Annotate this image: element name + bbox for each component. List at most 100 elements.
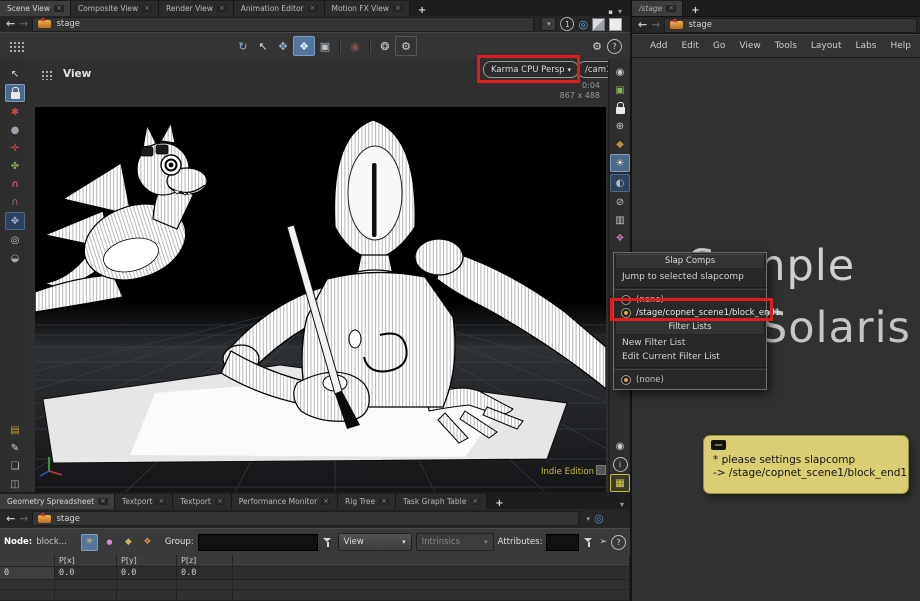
link-number-icon[interactable]: 1: [560, 17, 574, 31]
display-eye-icon[interactable]: [611, 64, 629, 80]
select-circle-icon[interactable]: [6, 232, 24, 248]
close-tab-icon[interactable]: ×: [666, 5, 676, 12]
render-flag-icon[interactable]: [611, 82, 629, 98]
group-filter-icon[interactable]: [322, 536, 334, 548]
annotate-icon[interactable]: [6, 440, 24, 456]
close-tab-icon[interactable]: ×: [379, 498, 389, 505]
close-tab-icon[interactable]: ×: [98, 498, 108, 505]
tab-composite-view[interactable]: Composite View×: [71, 1, 159, 16]
close-tab-icon[interactable]: ×: [308, 5, 318, 12]
menu-tools[interactable]: Tools: [775, 41, 797, 51]
record-icon[interactable]: [345, 37, 365, 55]
pane-menu-icon[interactable]: ▾: [614, 500, 630, 509]
forward-icon[interactable]: →: [651, 20, 660, 30]
tab-motion-fx-view[interactable]: Motion FX View×: [325, 1, 410, 16]
vertices-mode-icon[interactable]: ●: [102, 535, 117, 550]
menu-help[interactable]: Help: [890, 41, 911, 51]
back-icon[interactable]: ←: [6, 514, 15, 524]
display-options-gear-icon[interactable]: [587, 37, 607, 55]
close-tab-icon[interactable]: ×: [321, 498, 331, 505]
pick-icon[interactable]: ➢: [599, 537, 607, 547]
lasso-select-icon[interactable]: [6, 250, 24, 266]
attributes-filter-icon[interactable]: [583, 536, 595, 548]
close-tab-icon[interactable]: ×: [217, 5, 227, 12]
grid-handle-icon[interactable]: [8, 40, 25, 53]
close-tab-icon[interactable]: ×: [54, 5, 64, 12]
snapshot-icon[interactable]: [293, 36, 315, 56]
column-header-py[interactable]: P[y]: [117, 555, 177, 567]
render-settings-icon[interactable]: [395, 36, 417, 56]
points-mode-icon[interactable]: ✳: [81, 534, 98, 551]
background-image-icon[interactable]: [611, 230, 629, 246]
snap-tool-icon[interactable]: [6, 176, 24, 192]
path-dropdown-icon[interactable]: ▾: [586, 515, 590, 523]
pane-maximize-icon[interactable]: ▪: [605, 8, 616, 16]
forward-icon[interactable]: →: [19, 514, 28, 524]
menu-edit[interactable]: Edit: [681, 41, 698, 51]
translate-tool-icon[interactable]: [6, 122, 24, 138]
menu-radio-none-1[interactable]: (none): [614, 293, 766, 306]
tab-textport-1[interactable]: Textport×: [115, 494, 173, 509]
node-value[interactable]: block...: [36, 537, 67, 547]
help-icon[interactable]: ?: [611, 535, 626, 550]
primitives-mode-icon[interactable]: ◆: [121, 535, 136, 550]
shelf-drawer-icon[interactable]: [6, 422, 24, 438]
bottom-path-field[interactable]: stage: [32, 511, 579, 526]
tab-rig-tree[interactable]: Rig Tree×: [338, 494, 396, 509]
group-input[interactable]: [198, 534, 318, 551]
white-square-display-icon[interactable]: [609, 18, 622, 31]
visibility-icon[interactable]: [611, 194, 629, 210]
menu-view[interactable]: View: [739, 41, 760, 51]
row-id-cell[interactable]: 0: [0, 567, 55, 580]
close-tab-icon[interactable]: ×: [142, 5, 152, 12]
trash-icon[interactable]: [6, 476, 24, 492]
attributes-input[interactable]: [546, 534, 579, 551]
tab-textport-2[interactable]: Textport×: [173, 494, 231, 509]
tumble-view-icon[interactable]: [233, 37, 253, 55]
camera-icon[interactable]: [611, 438, 629, 454]
collapse-note-icon[interactable]: —: [711, 440, 726, 450]
menu-go[interactable]: Go: [713, 41, 725, 51]
pane-menu-icon[interactable]: ▾: [616, 7, 630, 16]
link-icon[interactable]: ◎: [594, 512, 604, 525]
close-tab-icon[interactable]: ×: [393, 5, 403, 12]
camera-mask-icon[interactable]: [610, 174, 630, 192]
renderer-selector[interactable]: Karma CPU Persp ▾: [483, 61, 579, 78]
back-icon[interactable]: ←: [638, 20, 647, 30]
select-tool-icon[interactable]: [6, 66, 24, 82]
tab-render-view[interactable]: Render View×: [159, 1, 234, 16]
cell-py[interactable]: 0.0: [117, 567, 177, 580]
new-tab-button[interactable]: +: [410, 5, 434, 16]
tab-animation-editor[interactable]: Animation Editor×: [234, 1, 325, 16]
menu-radio-target[interactable]: /stage/copnet_scene1/block_end1: [614, 306, 766, 319]
sticky-note[interactable]: — * please settings slapcomp -> /stage/c…: [703, 435, 909, 494]
zoom-box-icon[interactable]: [315, 37, 335, 55]
snap-options-icon[interactable]: [6, 194, 24, 210]
lock-camera-icon[interactable]: [611, 100, 629, 116]
menu-radio-none-2[interactable]: (none): [614, 373, 766, 386]
menu-add[interactable]: Add: [650, 41, 667, 51]
scene-path-field[interactable]: stage: [32, 17, 534, 32]
forward-icon[interactable]: →: [19, 19, 28, 29]
grid-snap-icon[interactable]: [610, 474, 630, 492]
tab-geometry-spreadsheet[interactable]: Geometry Spreadsheet×: [0, 494, 115, 509]
menu-labs[interactable]: Labs: [856, 41, 877, 51]
viewport-canvas[interactable]: View: [30, 59, 608, 492]
pin-view-icon[interactable]: [611, 118, 629, 134]
detail-mode-icon[interactable]: ❖: [140, 535, 155, 550]
new-tab-button[interactable]: +: [683, 5, 707, 16]
move-view-icon[interactable]: [273, 37, 293, 55]
tab-scene-view[interactable]: Scene View×: [0, 1, 71, 16]
view-tool-icon[interactable]: [5, 212, 25, 230]
scale-tool-icon[interactable]: [6, 158, 24, 174]
view-pane-icon[interactable]: [40, 69, 53, 80]
menu-item-jump[interactable]: Jump to selected slapcomp: [614, 270, 766, 284]
cube-display-icon[interactable]: [592, 18, 605, 31]
new-tab-button[interactable]: +: [487, 498, 511, 509]
tab-stage[interactable]: /stage ×: [632, 1, 683, 16]
follow-target-icon[interactable]: ◎: [578, 18, 588, 31]
tab-task-graph-table[interactable]: Task Graph Table×: [396, 494, 487, 509]
material-display-icon[interactable]: [611, 136, 629, 152]
render-icon[interactable]: [375, 37, 395, 55]
view-dropdown[interactable]: View ▾: [338, 533, 412, 551]
